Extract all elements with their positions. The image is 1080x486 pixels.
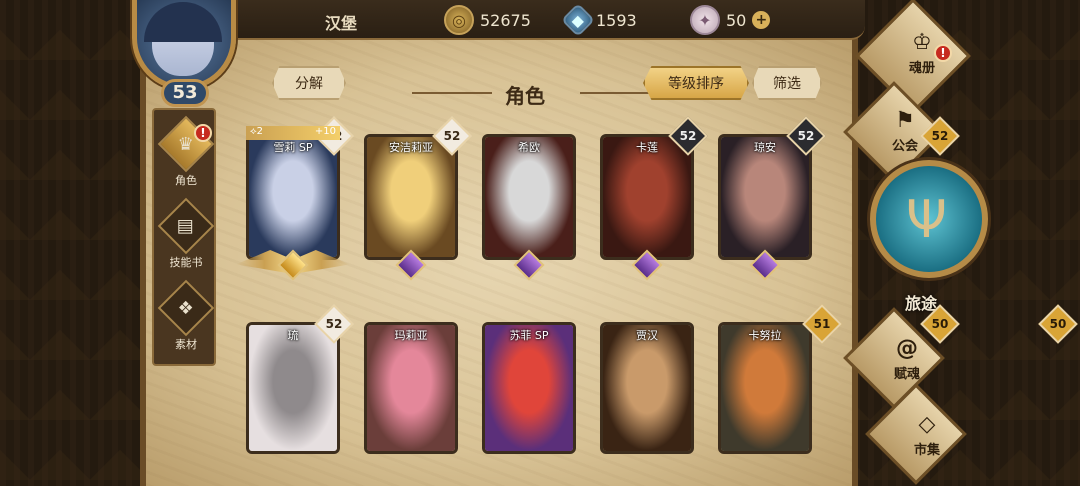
player-level-badge: 53 <box>161 79 209 107</box>
tab-skill-book[interactable]: ▤ 技能书 <box>157 197 215 272</box>
hero-frame: 卡努拉 <box>718 322 812 454</box>
skill-book-icon: ▤ <box>157 197 215 255</box>
tab-material[interactable]: ❖ 素材 <box>157 279 215 354</box>
hero-name: 苏菲 SP <box>509 329 549 342</box>
hero-card[interactable]: 贾汉 50 <box>600 304 1078 464</box>
soul-gift-button[interactable]: @ 赋魂 <box>872 336 942 382</box>
hero-plus-level: +10 <box>314 126 336 137</box>
gem-icon: ◆ <box>561 3 595 37</box>
crystal-amount: 50 <box>726 10 747 30</box>
hero-portrait <box>485 137 573 257</box>
trident-icon: Ψ <box>906 190 947 250</box>
filter-button[interactable]: 筛选 <box>752 66 822 100</box>
hero-card[interactable]: 安洁莉亚 52 <box>364 116 472 281</box>
hero-star-count: ⟡2 <box>250 126 263 137</box>
hero-frame: 卡莲 <box>600 134 694 260</box>
gem-counter: ◆ 1593 <box>561 3 637 37</box>
market-gem-icon: ◇ <box>918 412 936 437</box>
hero-portrait <box>603 325 691 451</box>
hero-portrait <box>603 137 691 257</box>
tab-skill-book-label: 技能书 <box>169 256 203 269</box>
hero-frame: 希欧 <box>482 134 576 260</box>
crystal-counter: ✦ 50 + <box>690 5 771 35</box>
hero-card[interactable]: 希欧 52 <box>482 116 960 281</box>
soul-book-label: 魂册 <box>908 61 935 76</box>
avatar-portrait <box>144 2 222 76</box>
hero-card[interactable]: 琉 52 <box>246 304 354 464</box>
gold-coin-icon: ◎ <box>444 5 474 35</box>
hero-portrait <box>249 325 337 451</box>
character-alert-badge: ! <box>194 124 212 142</box>
hero-name: 卡努拉 <box>748 329 782 342</box>
add-crystal-button[interactable]: + <box>752 11 771 29</box>
hero-name: 贾汉 <box>636 329 658 342</box>
hero-frame: 玛莉亚 <box>364 322 458 454</box>
soul-book-alert-badge: ! <box>934 44 952 62</box>
hero-frame: 雪莉 SP <box>246 134 340 260</box>
spiral-icon: @ <box>896 336 918 361</box>
hero-frame: 安洁莉亚 <box>364 134 458 260</box>
hero-portrait <box>367 325 455 451</box>
hero-frame: 琉 <box>246 322 340 454</box>
crystal-icon: ✦ <box>690 5 720 35</box>
player-name: 汉堡 <box>325 14 358 33</box>
decompose-button[interactable]: 分解 <box>272 66 346 100</box>
hero-card[interactable]: 卡莲 52 <box>600 116 708 281</box>
gold-counter: ◎ 52675 <box>444 5 531 35</box>
hero-name: 玛莉亚 <box>394 329 428 342</box>
hero-card[interactable]: 苏菲 SP 50 <box>482 304 960 464</box>
sort-by-level-button[interactable]: 等级排序 <box>643 66 749 100</box>
gold-amount: 52675 <box>480 10 531 30</box>
hero-portrait <box>485 325 573 451</box>
tab-material-label: 素材 <box>175 338 197 351</box>
hero-name: 希欧 <box>518 141 540 154</box>
hero-portrait <box>721 137 809 257</box>
hero-frame: 苏菲 SP <box>482 322 576 454</box>
hero-frame: 贾汉 <box>600 322 694 454</box>
hero-card[interactable]: 琼安 52 <box>718 116 826 281</box>
hero-portrait <box>367 137 455 257</box>
hero-frame: 琼安 <box>718 134 812 260</box>
gem-amount: 1593 <box>596 10 637 30</box>
hero-portrait <box>249 137 337 257</box>
category-sidebar: ♛ 角色 ▤ 技能书 ❖ 素材 <box>152 108 216 366</box>
market-button[interactable]: ◇ 市集 <box>890 412 964 458</box>
hero-card[interactable]: 卡努拉 50 <box>718 316 812 464</box>
hero-card[interactable]: 雪莉 SP 52 ⟡2 +10 <box>236 116 354 281</box>
panel-title: 角色 <box>505 84 545 108</box>
hero-card[interactable]: 玛莉亚 51 <box>364 304 842 464</box>
tab-character-label: 角色 <box>175 174 197 187</box>
soul-gift-label: 赋魂 <box>893 367 920 382</box>
title-ornament-left <box>412 92 492 94</box>
guild-label: 公会 <box>891 139 918 154</box>
hero-portrait <box>721 325 809 451</box>
hero-upgrade-ribbon: ⟡2 +10 <box>246 126 340 140</box>
material-icon: ❖ <box>157 279 215 337</box>
market-label: 市集 <box>913 443 940 458</box>
